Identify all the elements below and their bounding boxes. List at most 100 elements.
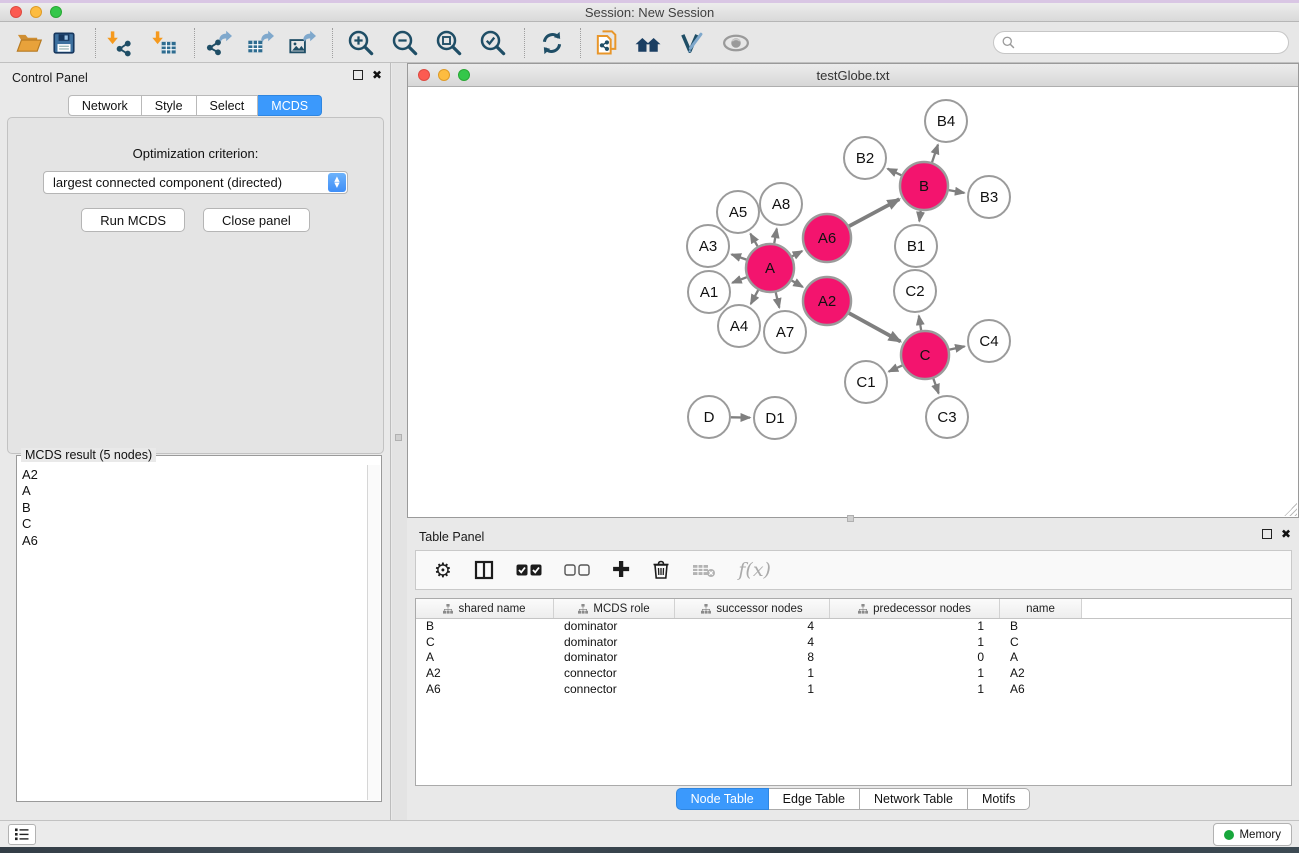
export-image-icon[interactable] xyxy=(287,28,317,58)
column-header-MCDS-role[interactable]: MCDS role xyxy=(554,599,675,618)
table-cell[interactable]: 4 xyxy=(675,619,830,635)
search-input[interactable] xyxy=(993,31,1289,54)
task-history-button[interactable] xyxy=(8,824,36,845)
result-item-a6[interactable]: A6 xyxy=(22,533,367,549)
table-cell[interactable]: B xyxy=(416,619,554,635)
export-table-icon[interactable] xyxy=(245,28,275,58)
open-session-icon[interactable] xyxy=(14,28,44,58)
close-table-panel-icon[interactable]: ✖ xyxy=(1281,529,1291,539)
tab-motifs[interactable]: Motifs xyxy=(968,788,1030,810)
network-canvas[interactable]: AA2A6BCA1A3A4A5A7A8B1B2B3B4C1C2C3C4DD1 xyxy=(408,87,1298,517)
delete-table-icon[interactable] xyxy=(692,558,716,582)
table-cell[interactable]: A6 xyxy=(416,682,554,698)
tab-mcds[interactable]: MCDS xyxy=(258,95,322,116)
close-panel-icon[interactable]: ✖ xyxy=(372,70,382,80)
table-row-a6[interactable]: A6connector11A6 xyxy=(416,682,1291,698)
tab-style[interactable]: Style xyxy=(142,95,197,116)
memory-button[interactable]: Memory xyxy=(1213,823,1292,846)
column-header-successor-nodes[interactable]: successor nodes xyxy=(675,599,830,618)
table-cell[interactable]: C xyxy=(1000,635,1082,651)
graph-edge-A-A5[interactable] xyxy=(750,234,757,247)
result-item-a[interactable]: A xyxy=(22,483,367,499)
graph-edge-A-A6[interactable] xyxy=(792,251,802,256)
table-cell[interactable]: A2 xyxy=(1000,666,1082,682)
table-cell[interactable]: dominator xyxy=(554,619,675,635)
table-cell[interactable]: dominator xyxy=(554,635,675,651)
table-cell[interactable]: dominator xyxy=(554,650,675,666)
graph-edge-B-B2[interactable] xyxy=(888,169,902,176)
table-cell[interactable]: 1 xyxy=(830,682,1000,698)
add-column-icon[interactable]: ✚ xyxy=(612,558,630,582)
table-cell[interactable]: 1 xyxy=(830,635,1000,651)
graph-edge-A-A1[interactable] xyxy=(732,277,746,283)
first-neighbors-icon[interactable] xyxy=(633,28,663,58)
vizmapper-icon[interactable] xyxy=(676,28,706,58)
window-resize-grip[interactable] xyxy=(1284,503,1297,516)
table-row-a2[interactable]: A2connector11A2 xyxy=(416,666,1291,682)
delete-column-icon[interactable] xyxy=(652,558,670,582)
import-table-icon[interactable] xyxy=(149,28,179,58)
table-row-a[interactable]: Adominator80A xyxy=(416,650,1291,666)
graph-edge-A-A8[interactable] xyxy=(774,229,777,244)
divider-handle[interactable] xyxy=(395,434,402,441)
graph-edge-A-A4[interactable] xyxy=(751,290,758,304)
run-mcds-button[interactable]: Run MCDS xyxy=(81,208,185,232)
graph-edge-B-B3[interactable] xyxy=(949,190,965,193)
close-panel-button[interactable]: Close panel xyxy=(203,208,310,232)
graph-edge-C-C3[interactable] xyxy=(933,379,938,394)
table-cell[interactable]: 0 xyxy=(830,650,1000,666)
graph-edge-A-A2[interactable] xyxy=(792,281,803,287)
result-item-a2[interactable]: A2 xyxy=(22,467,367,483)
tab-edge-table[interactable]: Edge Table xyxy=(769,788,860,810)
graph-edge-A-A7[interactable] xyxy=(776,292,780,307)
zoom-in-icon[interactable] xyxy=(346,28,376,58)
table-cell[interactable]: 1 xyxy=(830,666,1000,682)
table-cell[interactable]: 1 xyxy=(675,682,830,698)
result-item-c[interactable]: C xyxy=(22,516,367,532)
tab-network[interactable]: Network xyxy=(68,95,142,116)
network-graph[interactable]: AA2A6BCA1A3A4A5A7A8B1B2B3B4C1C2C3C4DD1 xyxy=(408,87,1298,517)
graph-edge-C-C1[interactable] xyxy=(889,365,903,371)
deselect-all-rows-icon[interactable] xyxy=(564,558,590,582)
float-panel-icon[interactable] xyxy=(353,70,363,80)
table-cell[interactable]: connector xyxy=(554,666,675,682)
select-all-rows-icon[interactable] xyxy=(516,558,542,582)
panel-divider[interactable] xyxy=(392,63,407,820)
table-cell[interactable]: A6 xyxy=(1000,682,1082,698)
graph-edge-C-C4[interactable] xyxy=(949,346,964,349)
table-cell[interactable]: A xyxy=(1000,650,1082,666)
tab-network-table[interactable]: Network Table xyxy=(860,788,968,810)
graph-edge-A6-B[interactable] xyxy=(849,199,899,226)
column-header-shared-name[interactable]: shared name xyxy=(416,599,554,618)
table-options-icon[interactable]: ⚙ xyxy=(434,558,452,582)
export-network-icon[interactable] xyxy=(203,28,233,58)
zoom-fit-icon[interactable] xyxy=(434,28,464,58)
column-header-predecessor-nodes[interactable]: predecessor nodes xyxy=(830,599,1000,618)
graph-edge-A-A3[interactable] xyxy=(732,254,747,259)
zoom-selected-icon[interactable] xyxy=(478,28,508,58)
clone-network-icon[interactable] xyxy=(591,28,621,58)
column-selector-icon[interactable] xyxy=(474,558,494,582)
graph-edge-B-B4[interactable] xyxy=(932,145,938,163)
graph-edge-C-C2[interactable] xyxy=(919,316,921,331)
column-header-name[interactable]: name xyxy=(1000,599,1082,618)
function-builder-icon[interactable]: f(x) xyxy=(738,558,771,582)
criterion-dropdown[interactable]: largest connected component (directed) ▲… xyxy=(43,171,348,194)
table-cell[interactable]: C xyxy=(416,635,554,651)
tab-select[interactable]: Select xyxy=(197,95,259,116)
table-cell[interactable]: A2 xyxy=(416,666,554,682)
result-scrollbar[interactable] xyxy=(367,465,380,800)
refresh-icon[interactable] xyxy=(537,28,567,58)
horizontal-divider-handle[interactable] xyxy=(847,515,854,522)
result-item-b[interactable]: B xyxy=(22,500,367,516)
table-cell[interactable]: 1 xyxy=(675,666,830,682)
network-window-titlebar[interactable]: testGlobe.txt xyxy=(408,64,1298,87)
graph-edge-B-B1[interactable] xyxy=(919,211,920,221)
table-cell[interactable]: 8 xyxy=(675,650,830,666)
import-network-icon[interactable] xyxy=(104,28,134,58)
save-session-icon[interactable] xyxy=(49,28,79,58)
table-cell[interactable]: A xyxy=(416,650,554,666)
table-row-c[interactable]: Cdominator41C xyxy=(416,635,1291,651)
table-cell[interactable]: 4 xyxy=(675,635,830,651)
table-cell[interactable]: B xyxy=(1000,619,1082,635)
